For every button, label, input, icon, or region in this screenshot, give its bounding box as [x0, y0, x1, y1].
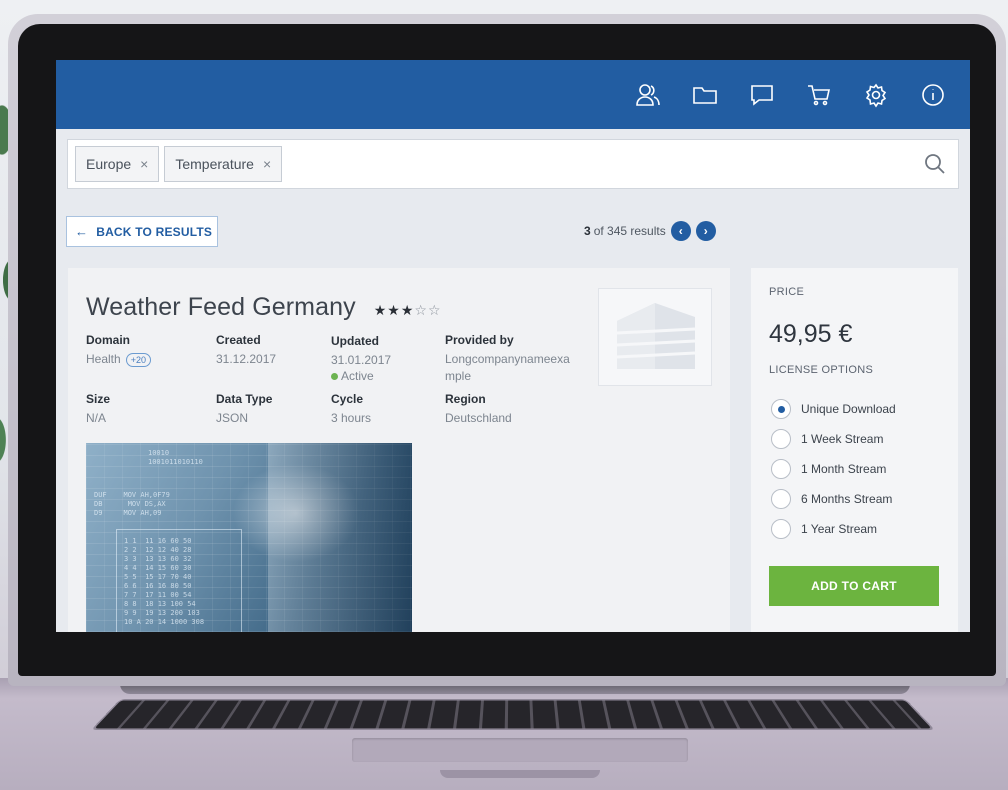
- license-option-unique-download[interactable]: Unique Download: [771, 394, 896, 424]
- meta-value: N/A: [86, 411, 107, 425]
- back-to-results-button[interactable]: ← BACK TO RESULTS: [66, 216, 218, 247]
- provider-value: Longcompanynameexa: [445, 352, 570, 366]
- license-option-1-month-stream[interactable]: 1 Month Stream: [771, 454, 896, 484]
- meta-cycle: Cycle 3 hours: [331, 392, 371, 427]
- radio-button[interactable]: [771, 489, 791, 509]
- title-row: Weather Feed Germany ★★★☆☆: [86, 293, 442, 322]
- star-empty-icon: ☆: [414, 302, 428, 318]
- dataset-title: Weather Feed Germany: [86, 293, 356, 321]
- status-dot-icon: [331, 373, 338, 380]
- app-screen: Europe × Temperature × ← BACK TO RESULTS…: [56, 60, 970, 632]
- back-button-label: BACK TO RESULTS: [96, 224, 213, 239]
- hero-code-texture: DUF MOV AH,0F79 DB MOV DS,AX D9 MOV AH,0…: [94, 491, 170, 517]
- info-icon[interactable]: [918, 80, 948, 110]
- radio-button[interactable]: [771, 399, 791, 419]
- star-filled-icon: ★: [387, 302, 401, 318]
- meta-value: JSON: [216, 411, 249, 425]
- meta-provider: Provided by Longcompanynameexa mple: [445, 333, 570, 385]
- close-icon[interactable]: ×: [140, 156, 148, 172]
- meta-label: Data Type: [216, 392, 273, 406]
- status-badge: Active: [331, 369, 391, 383]
- folder-icon[interactable]: [690, 80, 720, 110]
- filter-chip-label: Temperature: [175, 156, 254, 172]
- meta-domain: Domain Health +20: [86, 333, 151, 368]
- meta-value: 31.01.2017: [331, 353, 392, 367]
- result-index: 3: [584, 224, 591, 238]
- provider-logo-placeholder: [598, 288, 712, 386]
- meta-size: Size N/A: [86, 392, 110, 427]
- meta-value: 3 hours: [331, 411, 372, 425]
- dataset-hero-image: 10010 1001011010110 DUF MOV AH,0F79 DB M…: [86, 443, 412, 632]
- arrow-left-icon: ←: [75, 224, 89, 239]
- star-filled-icon: ★: [400, 302, 415, 318]
- license-option-1-year-stream[interactable]: 1 Year Stream: [771, 514, 896, 544]
- license-option-6-months-stream[interactable]: 6 Months Stream: [771, 484, 896, 514]
- status-label: Active: [341, 369, 374, 383]
- filter-chip-label: Europe: [86, 156, 132, 172]
- settings-icon[interactable]: [861, 80, 891, 110]
- meta-label: Provided by: [445, 333, 514, 347]
- license-options: Unique Download 1 Week Stream 1 Month St…: [771, 394, 896, 544]
- add-to-cart-button[interactable]: ADD TO CART: [769, 566, 939, 606]
- result-count: of 345 results: [593, 224, 666, 238]
- star-filled-icon: ★: [373, 302, 388, 318]
- laptop-front-notch: [440, 770, 600, 778]
- license-option-label: 6 Months Stream: [801, 492, 893, 506]
- meta-label: Created: [216, 333, 261, 347]
- license-options-label: LICENSE OPTIONS: [769, 364, 874, 376]
- meta-label: Updated: [331, 334, 379, 348]
- license-option-label: 1 Month Stream: [801, 462, 887, 476]
- meta-label: Size: [86, 392, 111, 406]
- building-icon: [616, 303, 696, 369]
- radio-button[interactable]: [771, 459, 791, 479]
- license-option-1-week-stream[interactable]: 1 Week Stream: [771, 424, 896, 454]
- users-icon[interactable]: [633, 80, 663, 110]
- meta-value: Deutschland: [445, 411, 512, 425]
- hero-code-texture: 1 1 11 16 60 50 2 2 12 12 40 28 3 3 13 1…: [124, 537, 205, 626]
- radio-button[interactable]: [771, 519, 791, 539]
- next-result-button[interactable]: ›: [695, 221, 716, 241]
- meta-created: Created 31.12.2017: [216, 333, 276, 368]
- domain-count-badge[interactable]: +20: [125, 353, 151, 367]
- meta-label: Cycle: [331, 392, 364, 406]
- license-option-label: 1 Week Stream: [801, 432, 884, 446]
- radio-button[interactable]: [771, 429, 791, 449]
- meta-label: Region: [445, 392, 486, 406]
- previous-result-button[interactable]: ‹: [670, 221, 691, 241]
- result-pager: 3 of 345 results ‹ ›: [584, 220, 716, 242]
- filter-chip-temperature[interactable]: Temperature ×: [164, 146, 283, 182]
- laptop-touchpad: [352, 738, 688, 762]
- hero-light-panel: [268, 443, 412, 632]
- chat-icon[interactable]: [747, 80, 777, 110]
- rating-stars: ★★★☆☆: [374, 302, 442, 319]
- search-bar[interactable]: Europe × Temperature ×: [67, 139, 959, 189]
- close-icon[interactable]: ×: [263, 156, 271, 172]
- meta-value: 31.12.2017: [216, 352, 277, 366]
- laptop-keyboard: [94, 700, 932, 729]
- meta-value: Health +20: [86, 351, 151, 368]
- license-option-label: Unique Download: [801, 402, 896, 416]
- license-option-label: 1 Year Stream: [801, 522, 878, 536]
- meta-data-type: Data Type JSON: [216, 392, 272, 427]
- meta-region: Region Deutschland: [445, 392, 512, 427]
- filter-chip-europe[interactable]: Europe ×: [75, 146, 160, 182]
- hero-code-texture: 10010 1001011010110: [148, 449, 203, 466]
- provider-value-wrap: mple: [445, 369, 472, 383]
- meta-updated: Updated 31.01.2017 Active: [331, 334, 391, 383]
- price-value: 49,95 €: [769, 320, 853, 348]
- domain-value: Health: [86, 352, 121, 366]
- search-icon[interactable]: [924, 153, 946, 180]
- dataset-detail-card: Weather Feed Germany ★★★☆☆ Domain Health…: [68, 268, 730, 632]
- star-empty-icon: ☆: [427, 302, 442, 318]
- price-card: PRICE 49,95 € LICENSE OPTIONS Unique Dow…: [751, 268, 958, 632]
- price-label: PRICE: [769, 286, 805, 298]
- cart-icon[interactable]: [804, 80, 834, 110]
- meta-label: Domain: [86, 333, 131, 347]
- top-navigation-bar: [56, 60, 970, 129]
